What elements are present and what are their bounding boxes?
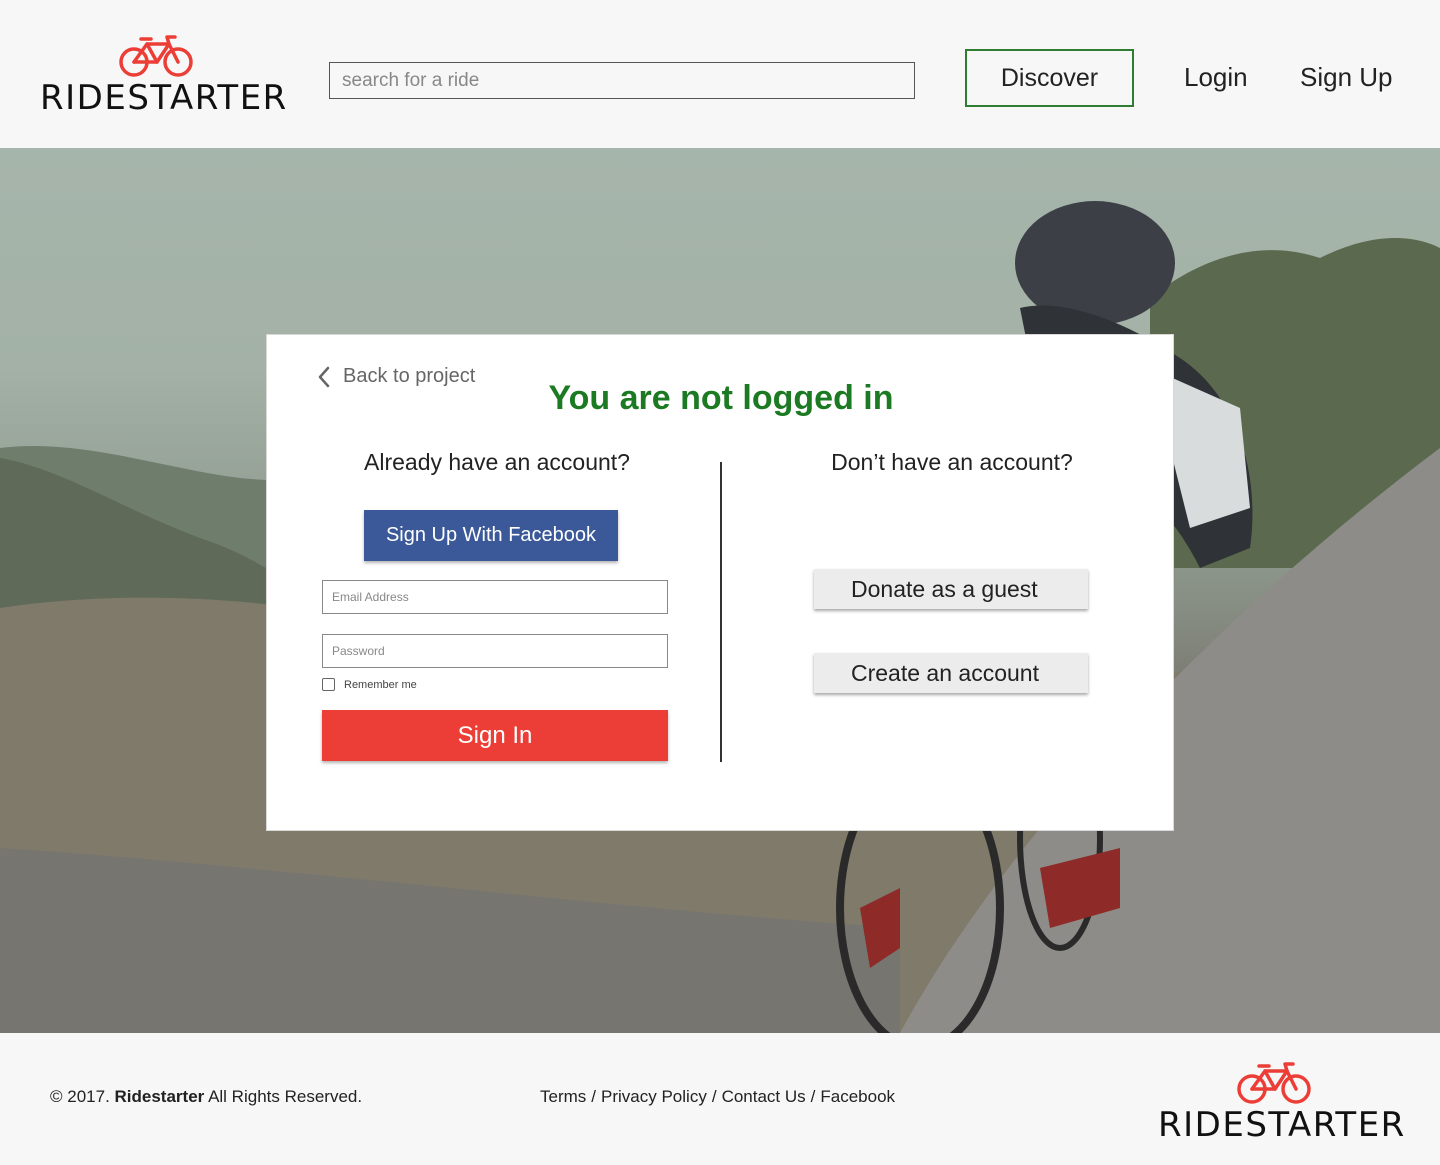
search-input[interactable] (329, 62, 915, 99)
remember-me: Remember me (322, 678, 417, 691)
facebook-signup-button[interactable]: Sign Up With Facebook (364, 510, 618, 561)
contact-us-link[interactable]: Contact Us (722, 1087, 806, 1107)
link-separator: / (591, 1087, 597, 1106)
login-link[interactable]: Login (1184, 60, 1248, 94)
site-header: RIDESTARTER Discover Login Sign Up (0, 0, 1440, 148)
remember-me-checkbox[interactable] (322, 678, 335, 691)
donate-as-guest-button[interactable]: Donate as a guest (814, 569, 1088, 609)
header-logo[interactable]: RIDESTARTER (40, 34, 288, 118)
facebook-link[interactable]: Facebook (820, 1087, 895, 1107)
footer-logo[interactable]: RIDESTARTER (1158, 1061, 1406, 1145)
new-account-heading: Don’t have an account? (831, 449, 1073, 475)
signup-link[interactable]: Sign Up (1300, 60, 1393, 94)
remember-me-label: Remember me (344, 678, 417, 691)
existing-account-heading: Already have an account? (364, 449, 630, 475)
copyright-suffix: All Rights Reserved. (204, 1087, 363, 1106)
link-separator: / (810, 1087, 816, 1106)
copyright: © 2017. Ridestarter All Rights Reserved. (50, 1087, 362, 1107)
page-title: You are not logged in (548, 379, 894, 417)
email-field[interactable] (322, 580, 668, 614)
bicycle-icon (1237, 1062, 1311, 1104)
login-card: Back to project You are not logged in Al… (266, 334, 1174, 831)
terms-link[interactable]: Terms (540, 1087, 586, 1107)
link-separator: / (711, 1087, 717, 1106)
copyright-brand: Ridestarter (114, 1087, 205, 1106)
logo-text: RIDESTARTER (1158, 1105, 1406, 1145)
sign-in-button[interactable]: Sign In (322, 710, 668, 761)
create-account-button[interactable]: Create an account (814, 653, 1088, 693)
footer-links: Terms / Privacy Policy / Contact Us / Fa… (540, 1087, 895, 1107)
bicycle-icon (119, 35, 193, 77)
discover-button[interactable]: Discover (965, 49, 1134, 107)
column-divider (720, 462, 722, 762)
password-field[interactable] (322, 634, 668, 668)
copyright-prefix: © 2017. (50, 1087, 115, 1106)
logo-text: RIDESTARTER (40, 78, 288, 118)
privacy-policy-link[interactable]: Privacy Policy (601, 1087, 707, 1107)
site-footer: © 2017. Ridestarter All Rights Reserved.… (0, 1033, 1440, 1165)
